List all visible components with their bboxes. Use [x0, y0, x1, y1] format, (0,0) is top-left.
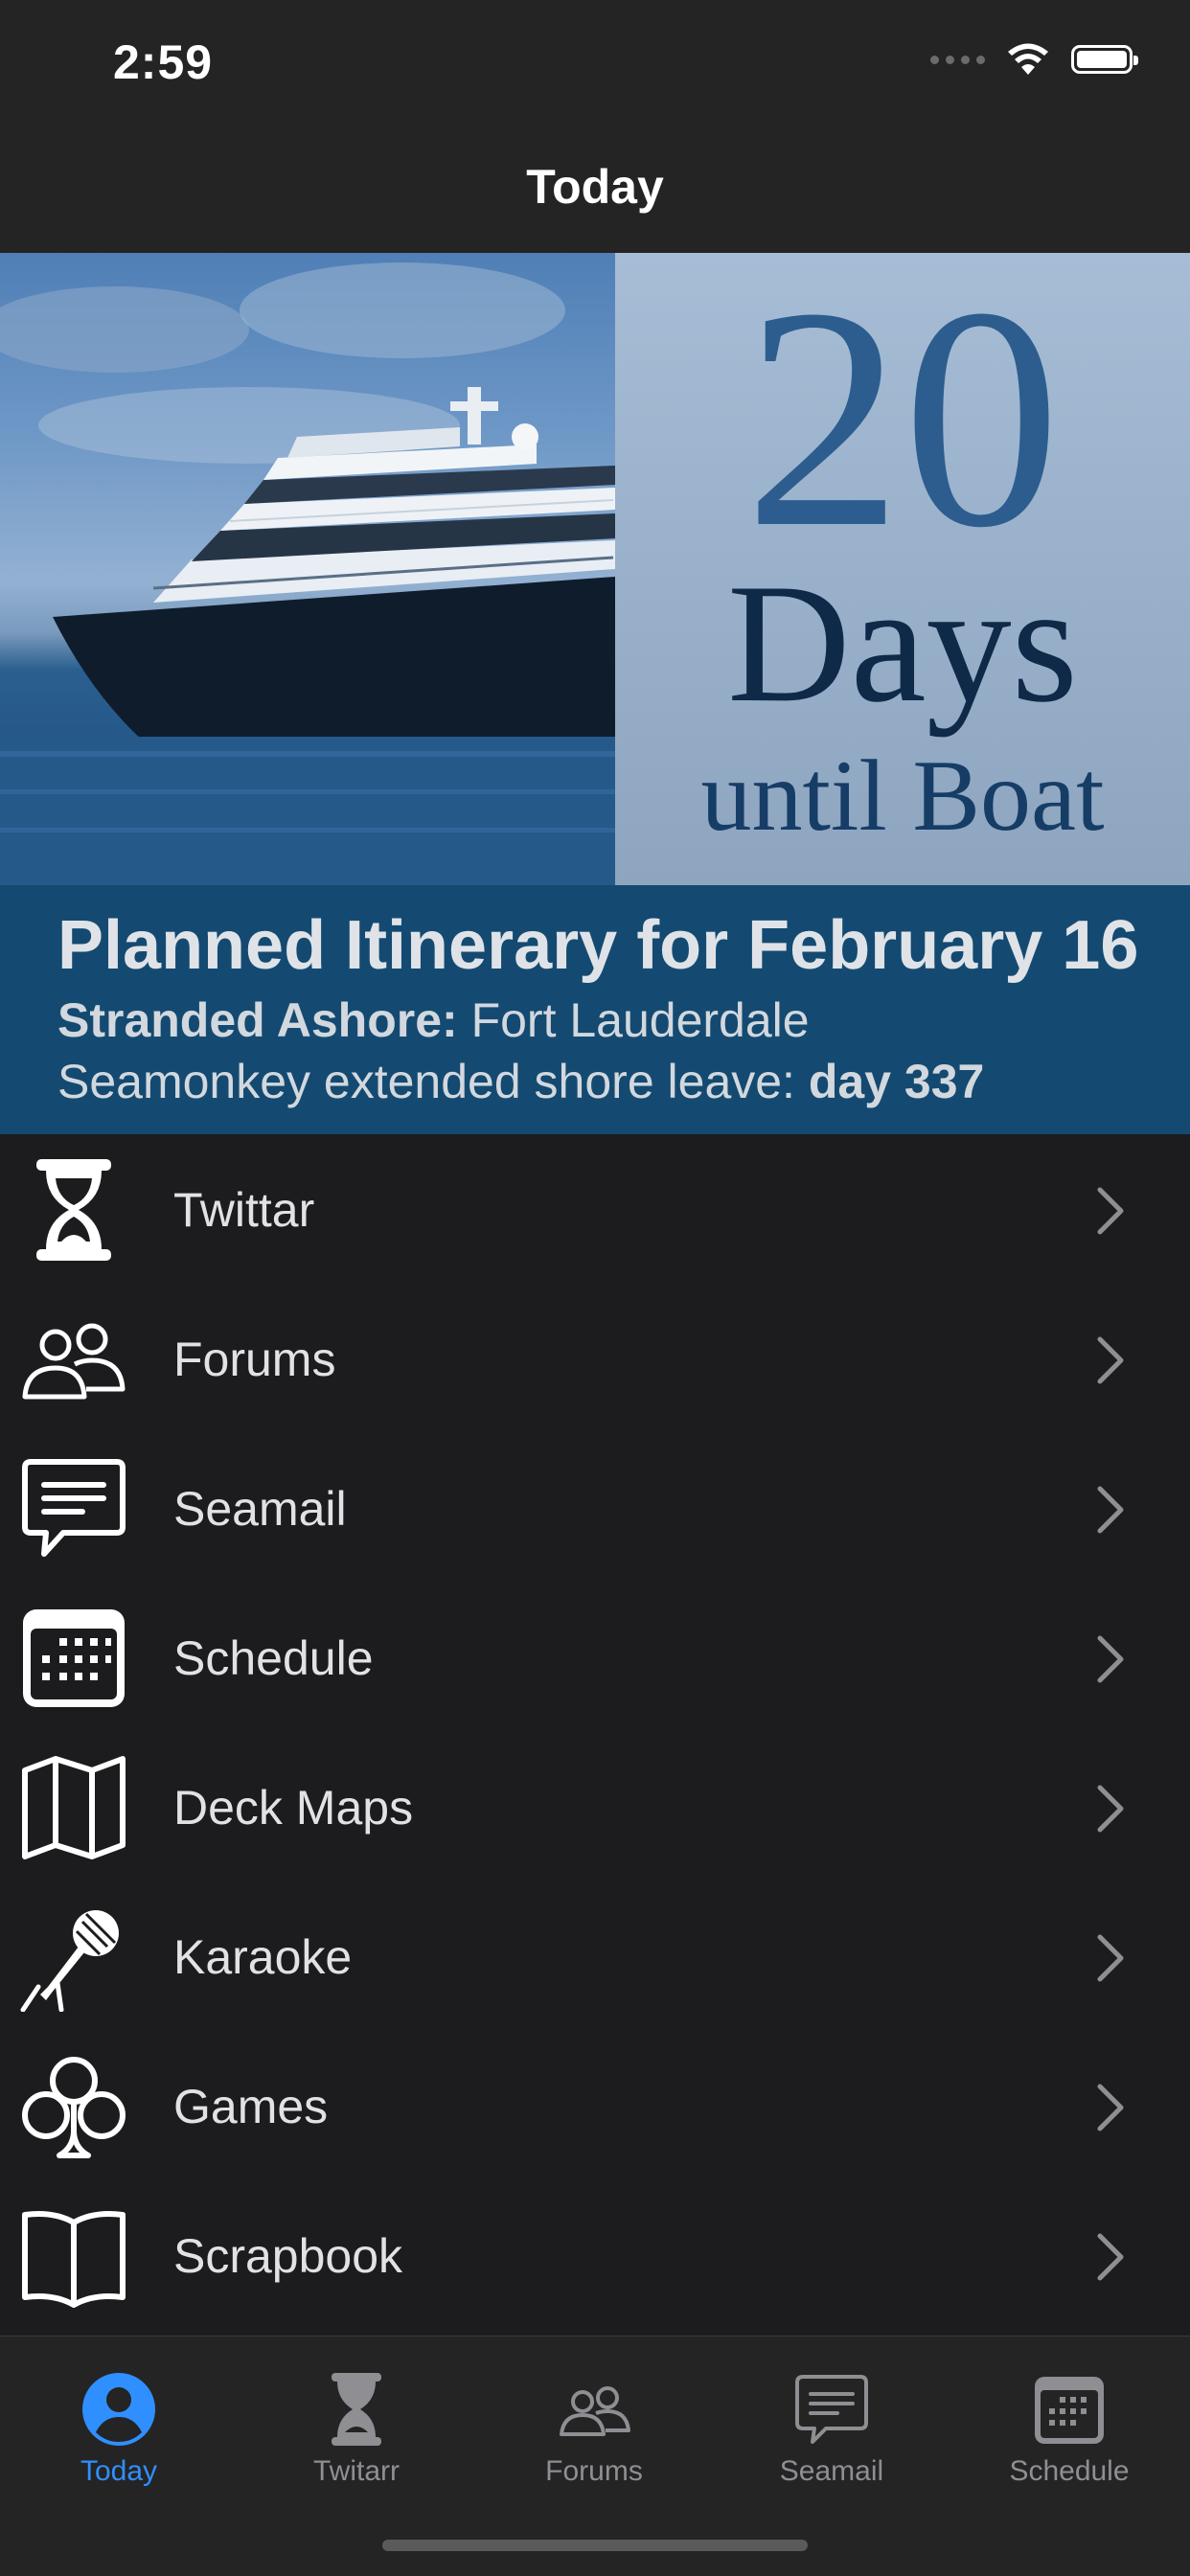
tab-forums[interactable]: Forums: [475, 2354, 713, 2497]
tab-label: Seamail: [779, 2455, 884, 2487]
map-icon: [22, 1756, 126, 1859]
menu-item-karaoke[interactable]: Karaoke: [0, 1881, 1190, 2031]
countdown-banner: 20 Days until Boat: [0, 253, 1190, 885]
itinerary-location-line: Stranded Ashore: Fort Lauderdale: [57, 992, 810, 1048]
menu-item-label: Schedule: [173, 1631, 374, 1685]
menu-item-label: Twittar: [173, 1183, 315, 1237]
menu-item-schedule[interactable]: Schedule: [0, 1583, 1190, 1732]
tab-schedule[interactable]: Schedule: [950, 2354, 1188, 2497]
calendar-icon: [23, 1609, 125, 1707]
itinerary-shore-leave-value: day 337: [808, 1055, 985, 1108]
menu-item-twittar[interactable]: Twittar: [0, 1134, 1190, 1284]
status-time: 2:59: [113, 35, 214, 89]
feature-menu-list: Twittar Forums Seamail Schedule Deck Map…: [0, 1134, 1190, 2330]
hourglass-icon: [36, 1159, 111, 1261]
tab-label: Twitarr: [313, 2455, 400, 2487]
battery-icon: [1071, 45, 1138, 74]
tab-label: Today: [80, 2455, 158, 2487]
itinerary-shore-leave-line: Seamonkey extended shore leave: day 337: [57, 1054, 984, 1109]
chevron-right-icon: [1097, 1187, 1124, 1235]
menu-item-label: Games: [173, 2080, 329, 2133]
menu-item-forums[interactable]: Forums: [0, 1284, 1190, 1433]
menu-item-label: Karaoke: [173, 1930, 353, 1984]
microphone-icon: [20, 1910, 119, 2012]
cellular-signal-icon: [930, 55, 985, 64]
chevron-right-icon: [1097, 1486, 1124, 1534]
itinerary-title: Planned Itinerary for February 16: [57, 907, 1139, 984]
countdown-number: 20: [744, 253, 1061, 593]
chevron-right-icon: [1097, 2084, 1124, 2131]
menu-item-label: Seamail: [173, 1482, 347, 1536]
menu-item-deck-maps[interactable]: Deck Maps: [0, 1732, 1190, 1881]
calendar-icon: [1035, 2377, 1104, 2444]
menu-item-label: Deck Maps: [173, 1781, 414, 1835]
tab-label: Forums: [545, 2455, 643, 2487]
tab-label: Schedule: [1009, 2455, 1130, 2487]
menu-item-label: Forums: [173, 1333, 336, 1386]
countdown-suffix: until Boat: [700, 740, 1105, 852]
itinerary-shore-leave-label: Seamonkey extended shore leave:: [57, 1055, 795, 1108]
people-icon: [560, 2386, 630, 2436]
tab-today[interactable]: Today: [0, 2354, 238, 2497]
chevron-right-icon: [1097, 1785, 1124, 1833]
book-icon: [22, 2211, 126, 2308]
countdown-unit: Days: [727, 548, 1078, 738]
menu-item-label: Scrapbook: [173, 2229, 403, 2283]
cruise-ship-photo: [0, 253, 615, 885]
itinerary-location-value: Fort Lauderdale: [470, 993, 810, 1047]
countdown-panel: 20 Days until Boat: [615, 253, 1190, 885]
menu-item-scrapbook[interactable]: Scrapbook: [0, 2180, 1190, 2330]
person-circle-icon: [82, 2373, 155, 2446]
itinerary-location-label: Stranded Ashore:: [57, 993, 458, 1047]
people-icon: [22, 1323, 126, 1400]
tab-seamail[interactable]: Seamail: [713, 2354, 950, 2497]
chevron-right-icon: [1097, 1635, 1124, 1683]
menu-item-games[interactable]: Games: [0, 2031, 1190, 2180]
status-bar: 2:59: [0, 0, 1190, 126]
tab-twitarr[interactable]: Twitarr: [238, 2354, 475, 2497]
club-icon: [22, 2057, 126, 2158]
home-indicator[interactable]: [382, 2540, 808, 2551]
menu-item-seamail[interactable]: Seamail: [0, 1433, 1190, 1583]
chevron-right-icon: [1097, 1336, 1124, 1384]
page-title: Today: [526, 160, 664, 214]
wifi-icon: [1008, 43, 1048, 75]
chevron-right-icon: [1097, 2233, 1124, 2281]
message-icon: [795, 2375, 868, 2444]
navigation-bar: Today: [0, 126, 1190, 253]
message-icon: [22, 1459, 126, 1557]
status-icons: [930, 42, 1138, 77]
chevron-right-icon: [1097, 1934, 1124, 1982]
hourglass-icon: [332, 2373, 381, 2446]
itinerary-banner: Planned Itinerary for February 16 Strand…: [0, 885, 1190, 1134]
